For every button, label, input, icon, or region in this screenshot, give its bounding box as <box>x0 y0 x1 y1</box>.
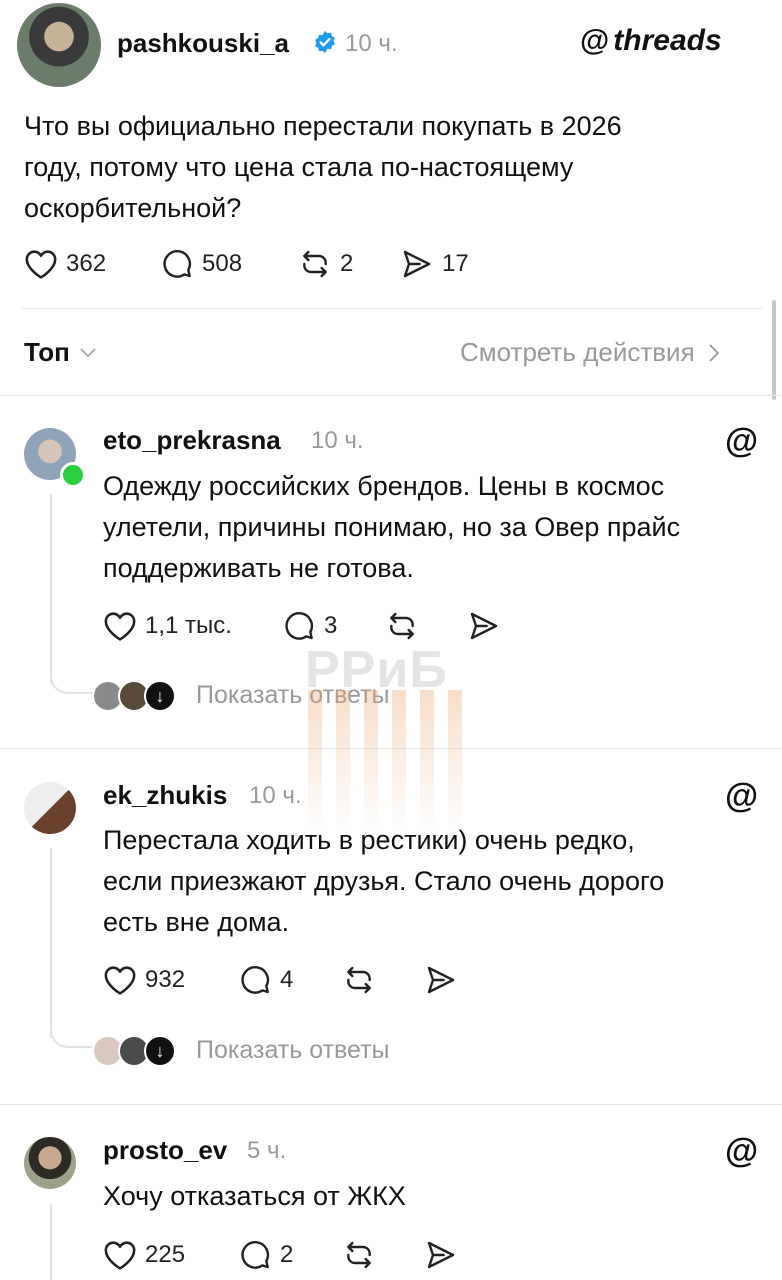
reply-comment-count: 4 <box>280 966 294 993</box>
thread-line <box>50 494 52 684</box>
post-text-line: Что вы официально перестали покупать в 2… <box>24 111 622 141</box>
reply-repost-button[interactable] <box>342 1239 376 1271</box>
thread-line <box>50 848 52 1038</box>
reply-text-line: если приезжают друзья. Стало очень дорог… <box>103 866 665 896</box>
thread-line-curve <box>50 1018 92 1048</box>
divider <box>22 308 762 309</box>
arrow-down-icon: ↓ <box>144 1035 176 1067</box>
reply-time: 5 ч. <box>247 1137 287 1164</box>
scrollbar[interactable] <box>772 300 776 400</box>
reply-share-button[interactable] <box>467 610 501 642</box>
post-like-button[interactable]: 362 <box>24 248 106 280</box>
reply-like-count: 932 <box>145 966 186 993</box>
post-like-count: 362 <box>66 250 107 277</box>
reply-comment-button[interactable]: 2 <box>238 1239 293 1271</box>
post-comment-button[interactable]: 508 <box>160 248 242 280</box>
chevron-down-icon <box>80 347 96 357</box>
post-text: Что вы официально перестали покупать в 2… <box>24 106 744 229</box>
reply-comment-button[interactable]: 3 <box>282 610 337 642</box>
reply-time: 10 ч. <box>249 782 302 809</box>
post-repost-button[interactable]: 2 <box>298 248 353 280</box>
repost-icon <box>303 250 327 278</box>
reply-like-button[interactable]: 932 <box>103 964 185 996</box>
comment-icon <box>241 966 270 994</box>
view-activity-label: Смотреть действия <box>460 337 695 367</box>
show-replies-row[interactable]: ↓ Показать ответы <box>92 1033 452 1069</box>
post-share-count: 17 <box>442 250 469 277</box>
arrow-down-icon: ↓ <box>144 680 176 712</box>
reply-like-button[interactable]: 1,1 тыс. <box>103 610 232 642</box>
heart-icon <box>104 966 136 995</box>
reply-comment-count: 2 <box>280 1241 294 1268</box>
heart-icon <box>104 1241 136 1270</box>
sort-label: Топ <box>24 337 70 367</box>
reply-text-line: поддерживать не готова. <box>103 553 414 583</box>
threads-logo-icon: @ <box>580 24 610 57</box>
reply-username[interactable]: ek_zhukis <box>103 780 227 811</box>
show-replies-label: Показать ответы <box>196 1036 390 1064</box>
reply-comment-button[interactable]: 4 <box>238 964 293 996</box>
reply-share-button[interactable] <box>424 1239 458 1271</box>
threads-logo-icon[interactable]: @ <box>725 777 758 816</box>
reply-like-button[interactable]: 225 <box>103 1239 185 1271</box>
reply-username[interactable]: prosto_ev <box>103 1135 227 1166</box>
reply-like-count: 225 <box>145 1241 186 1268</box>
post-text-line: оскорбительной? <box>24 193 242 223</box>
reply-text-line: Одежду российских брендов. Цены в космос <box>103 471 665 501</box>
divider <box>0 1104 782 1105</box>
verified-badge-icon <box>313 30 337 59</box>
view-activity-link[interactable]: Смотреть действия <box>460 337 719 368</box>
send-icon <box>403 250 431 278</box>
heart-icon <box>25 250 57 279</box>
reply-text-line: есть вне дома. <box>103 907 290 937</box>
send-icon <box>427 966 455 994</box>
reply-like-count: 1,1 тыс. <box>145 612 232 639</box>
chevron-right-icon <box>709 343 719 362</box>
send-icon <box>470 612 498 640</box>
post-share-button[interactable]: 17 <box>400 248 469 280</box>
reply-comment-count: 3 <box>324 612 338 639</box>
post-repost-count: 2 <box>340 250 354 277</box>
reply-avatar[interactable] <box>24 782 76 834</box>
post-text-line: году, потому что цена стала по-настоящем… <box>24 152 574 182</box>
thread-line <box>50 1204 52 1280</box>
reply-text: Перестала ходить в рестики) очень редко,… <box>103 820 763 943</box>
reply-text-line: улетели, причины понимаю, но за Овер пра… <box>103 512 681 542</box>
watermark-stripes <box>298 690 468 830</box>
sort-dropdown[interactable]: Топ <box>24 337 96 368</box>
post-author-avatar[interactable] <box>17 3 101 87</box>
post-time: 10 ч. <box>345 30 398 57</box>
threads-brand-logo: @ threads <box>580 24 722 58</box>
comment-icon <box>285 612 314 640</box>
post-author-username[interactable]: pashkouski_a <box>117 28 289 59</box>
divider <box>0 395 782 396</box>
online-status-dot <box>60 462 86 488</box>
send-icon <box>427 1241 455 1269</box>
reply-username[interactable]: eto_prekrasna <box>103 425 281 456</box>
reply-share-button[interactable] <box>424 964 458 996</box>
reply-text: Хочу отказаться от ЖКХ <box>103 1176 763 1217</box>
reply-time: 10 ч. <box>311 427 364 454</box>
post-comment-count: 508 <box>202 250 243 277</box>
threads-brand-text: threads <box>613 24 722 57</box>
comment-icon <box>241 1241 270 1269</box>
repost-icon <box>347 1241 371 1269</box>
repost-icon <box>390 612 414 640</box>
comment-icon <box>163 250 192 278</box>
repost-icon <box>347 966 371 994</box>
reply-avatar[interactable] <box>24 1137 76 1189</box>
reply-text-line: Хочу отказаться от ЖКХ <box>103 1181 406 1211</box>
reply-repost-button[interactable] <box>385 610 419 642</box>
threads-logo-icon[interactable]: @ <box>725 422 758 461</box>
reply-text: Одежду российских брендов. Цены в космос… <box>103 466 763 589</box>
heart-icon <box>104 612 136 641</box>
threads-logo-icon[interactable]: @ <box>725 1132 758 1171</box>
thread-line-curve <box>50 664 92 694</box>
reply-repost-button[interactable] <box>342 964 376 996</box>
